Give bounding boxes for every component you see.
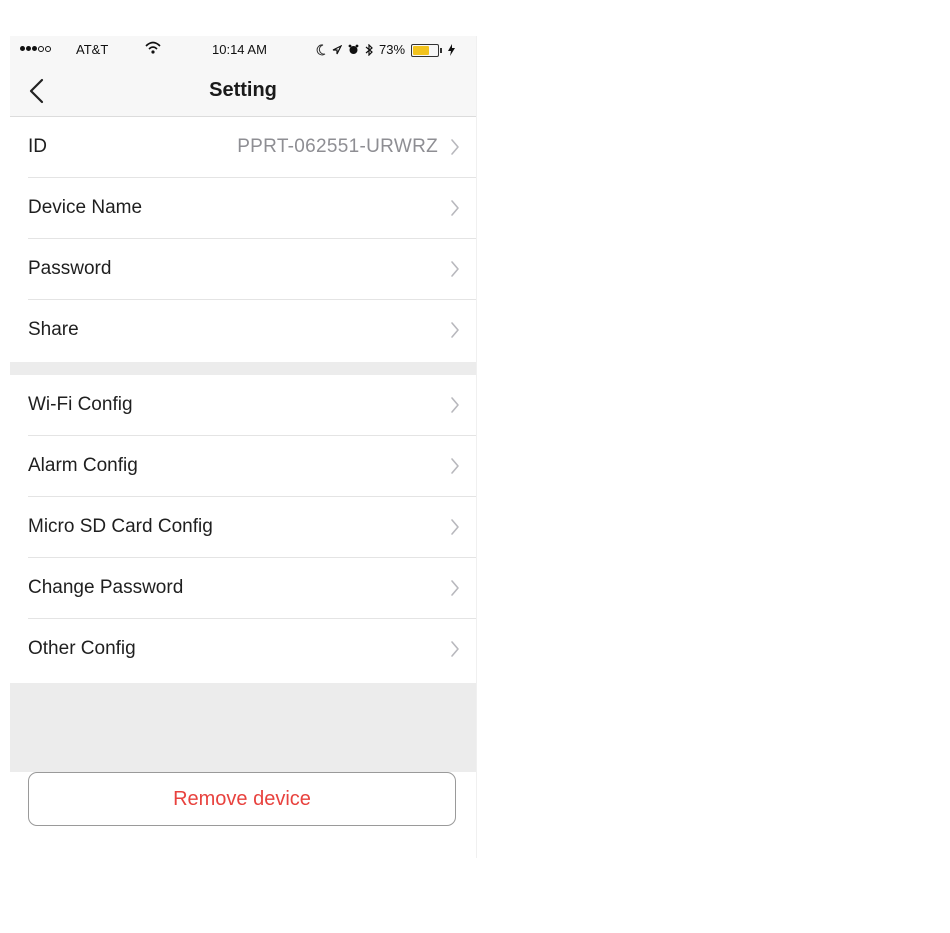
bluetooth-icon: [365, 43, 373, 56]
status-bar: AT&T 10:14 AM 73%: [10, 36, 476, 64]
settings-screen: AT&T 10:14 AM 73% Setting ID PPRT-062551…: [10, 36, 477, 858]
row-label: Share: [28, 319, 79, 340]
row-label: Device Name: [28, 197, 143, 218]
page-title: Setting: [209, 79, 277, 101]
settings-row-other-config[interactable]: Other Config: [10, 619, 476, 680]
settings-row-password[interactable]: Password: [10, 239, 476, 300]
remove-device-button[interactable]: Remove device: [28, 772, 456, 826]
row-value: PPRT-062551-URWRZ: [237, 136, 438, 157]
chevron-right-icon: [451, 261, 459, 277]
settings-row-device-name[interactable]: Device Name: [10, 178, 476, 239]
bottom-spacer: [10, 683, 476, 772]
settings-row-alarm-config[interactable]: Alarm Config: [10, 436, 476, 497]
status-right-icons: 73%: [316, 42, 456, 58]
charging-bolt-icon: [448, 43, 456, 56]
chevron-right-icon: [451, 200, 459, 216]
location-arrow-icon: [332, 44, 342, 54]
row-label: Wi-Fi Config: [28, 394, 133, 415]
status-time: 10:14 AM: [212, 42, 267, 57]
chevron-right-icon: [451, 139, 459, 155]
battery-icon: [411, 42, 443, 58]
settings-group-config: Wi-Fi Config Alarm Config Micro SD Card Co…: [10, 375, 476, 680]
row-label: Password: [28, 258, 112, 279]
settings-group-device: ID PPRT-062551-URWRZ Device Name Password Sh…: [10, 117, 476, 361]
settings-row-share[interactable]: Share: [10, 300, 476, 361]
row-label: ID: [28, 136, 47, 157]
remove-device-label: Remove device: [173, 787, 311, 810]
chevron-right-icon: [451, 519, 459, 535]
chevron-right-icon: [451, 641, 459, 657]
settings-row-change-password[interactable]: Change Password: [10, 558, 476, 619]
chevron-right-icon: [451, 580, 459, 596]
row-label: Change Password: [28, 577, 184, 598]
row-label: Micro SD Card Config: [28, 516, 213, 537]
signal-strength-icon: [20, 46, 51, 52]
settings-row-wi-fi-config[interactable]: Wi-Fi Config: [10, 375, 476, 436]
settings-row-id[interactable]: ID PPRT-062551-URWRZ: [10, 117, 476, 178]
chevron-right-icon: [451, 322, 459, 338]
carrier-label: AT&T: [76, 42, 109, 57]
settings-row-micro-sd-card-config[interactable]: Micro SD Card Config: [10, 497, 476, 558]
chevron-right-icon: [451, 458, 459, 474]
row-label: Other Config: [28, 638, 136, 659]
row-label: Alarm Config: [28, 455, 138, 476]
alarm-icon: [348, 44, 359, 55]
moon-icon: [316, 44, 326, 55]
navigation-bar: Setting: [10, 64, 476, 117]
chevron-right-icon: [451, 397, 459, 413]
wifi-icon: [144, 38, 162, 59]
section-separator: [10, 362, 476, 375]
battery-percent: 73%: [379, 42, 406, 58]
